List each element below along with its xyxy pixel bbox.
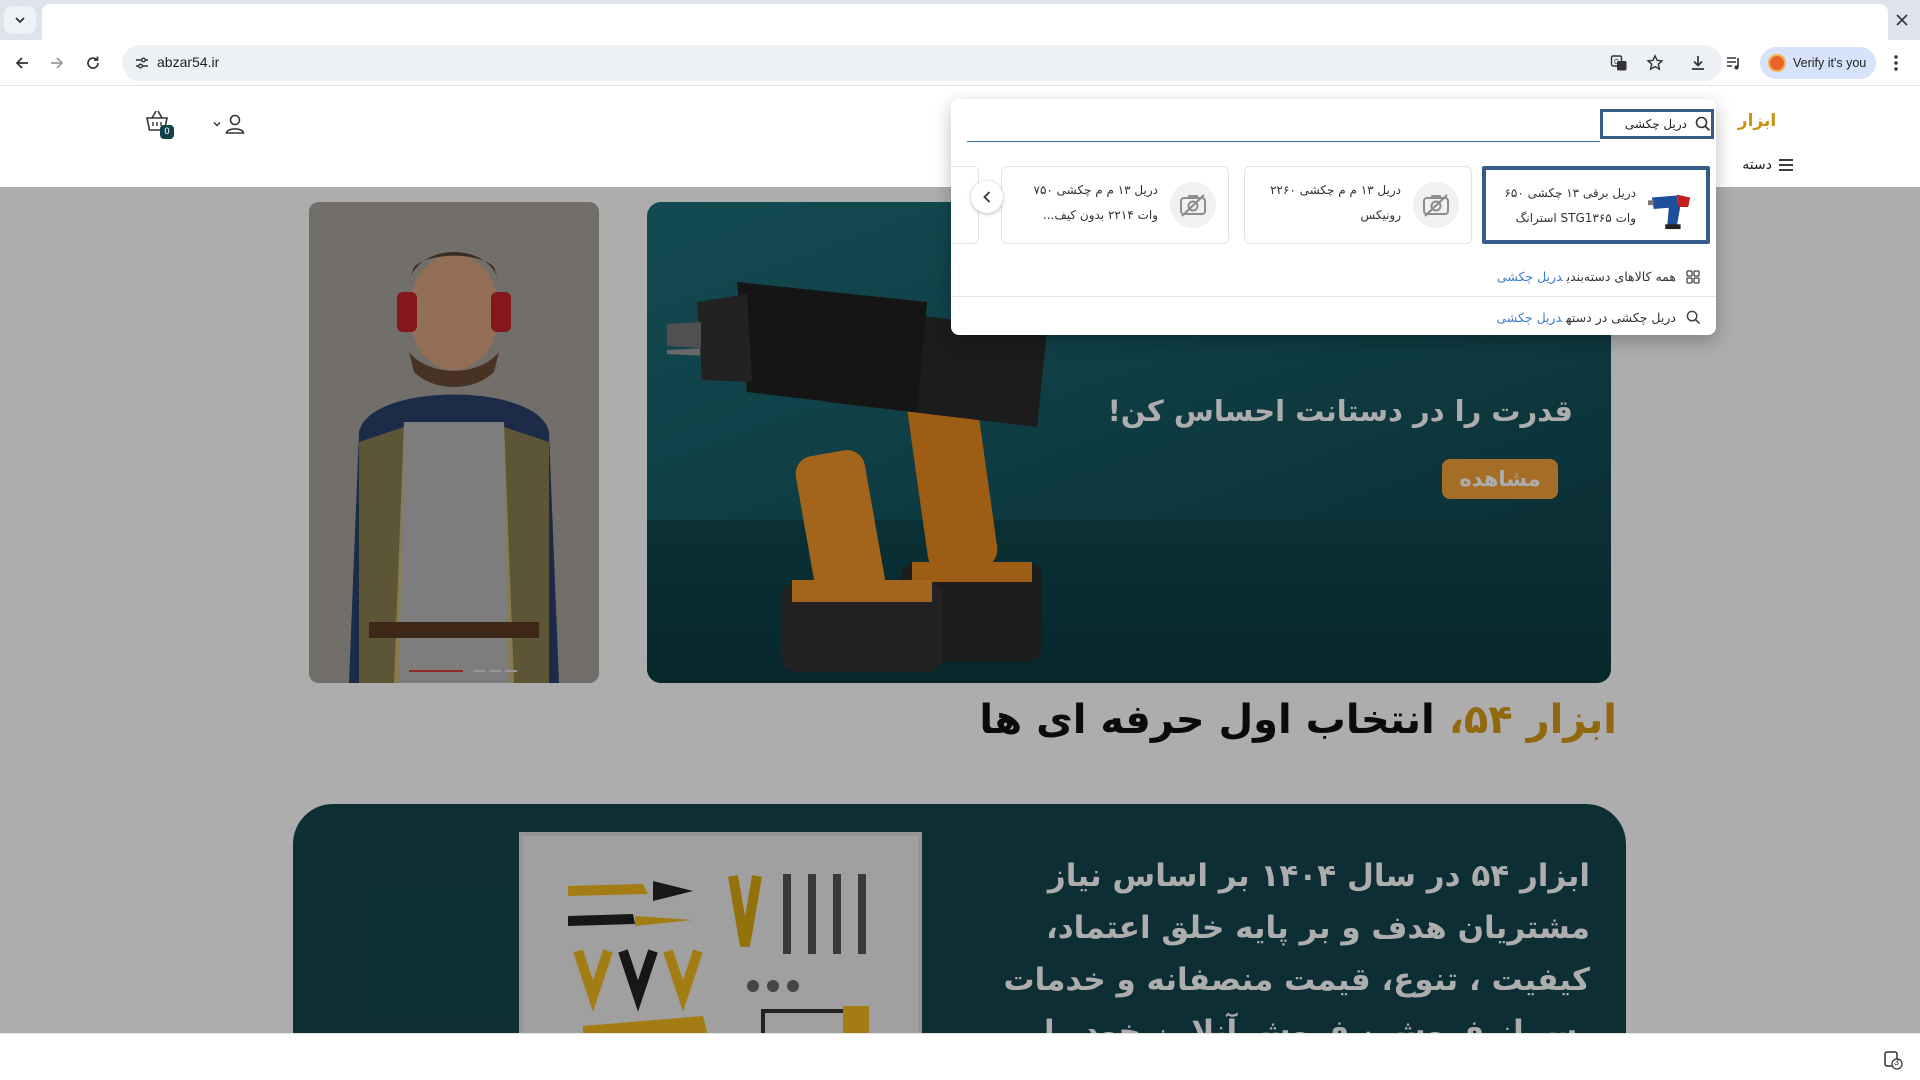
result-title: دریل برقی ۱۳ چکشی ۶۵۰ وات STG1۳۶۵ استران… (1504, 186, 1636, 225)
cart-button[interactable]: 0 (144, 109, 178, 143)
results-next-button[interactable] (971, 181, 1003, 213)
chevron-down-icon (213, 122, 221, 127)
suggestion-text: همه کالاهای دسته‌بندیدریل چکشی (1497, 269, 1676, 284)
suggestion-prefix: دریل چکشی در دسته (1566, 309, 1676, 325)
site-logo[interactable]: ابزار (1734, 107, 1780, 135)
active-tab[interactable] (42, 4, 1888, 40)
search-box[interactable] (1600, 109, 1714, 139)
site-info-button[interactable] (130, 51, 154, 75)
user-icon (225, 114, 245, 134)
bookmark-button[interactable] (1643, 51, 1667, 75)
media-controls-button[interactable] (1720, 49, 1748, 77)
no-image-icon (1423, 194, 1449, 217)
no-image-icon (1180, 194, 1206, 217)
app-badge-count: 3 (1894, 1057, 1900, 1067)
window-close-button[interactable] (1890, 8, 1914, 32)
url-text[interactable]: abzar54.ir (157, 54, 219, 70)
translate-button[interactable]: G (1607, 51, 1631, 75)
result-title: دریل ۱۳ م م چکشی ۷۵۰ وات ۲۲۱۴ بدون کیف..… (1033, 183, 1159, 222)
reload-button[interactable] (79, 49, 107, 77)
browser-menu-button[interactable] (1882, 49, 1910, 77)
search-underline (967, 141, 1600, 142)
grid-icon (1684, 268, 1702, 286)
result-thumbnail (1413, 182, 1459, 228)
profile-verify-chip[interactable]: Verify it's you (1760, 47, 1876, 79)
download-icon (1692, 56, 1704, 70)
suggestion-all-in-category[interactable]: همه کالاهای دسته‌بندیدریل چکشی (951, 257, 1716, 297)
tab-strip (0, 0, 1920, 40)
search-result-card[interactable]: دریل ۱۳ م م چکشی ۲۲۶۰ رونیکس (1244, 166, 1472, 244)
forward-button[interactable] (43, 49, 71, 77)
hamburger-icon (1779, 159, 1793, 171)
star-icon (1646, 54, 1664, 71)
verify-label: Verify it's you (1793, 56, 1867, 70)
back-button[interactable] (8, 49, 36, 77)
result-title: دریل ۱۳ م م چکشی ۲۲۶۰ رونیکس (1270, 183, 1401, 222)
translate-icon: G (1610, 55, 1627, 71)
result-thumbnail (1648, 185, 1694, 231)
cart-count-badge: 0 (160, 125, 174, 139)
category-menu-label: دسته (1742, 157, 1772, 173)
suggestion-term: دریل چکشی (1496, 269, 1563, 284)
web-page: ابزار دسته 0 قدرت را در دستانت احساس کن!… (0, 87, 1920, 1033)
search-input[interactable] (1617, 117, 1687, 131)
account-button[interactable] (212, 109, 252, 139)
tab-search-button[interactable] (4, 6, 36, 34)
tune-icon (136, 57, 148, 69)
kebab-menu-icon (1894, 55, 1898, 71)
suggestion-prefix: همه کالاهای دسته‌بندی (1566, 269, 1676, 284)
reload-icon (87, 56, 99, 69)
search-result-card[interactable]: دریل ۱۳ م م چکشی ۷۵۰ وات ۲۲۱۴ بدون کیف..… (1001, 166, 1229, 244)
bottom-window-strip: 3 (0, 1033, 1920, 1080)
profile-avatar (1768, 54, 1786, 72)
chevron-left-icon (983, 191, 991, 203)
app-badge-icon[interactable]: 3 (1882, 1049, 1904, 1071)
search-result-card[interactable]: دریل برقی ۱۳ چکشی ۶۵۰ وات STG1۳۶۵ استران… (1482, 166, 1710, 244)
downloads-button[interactable] (1684, 49, 1712, 77)
search-icon[interactable] (1695, 116, 1711, 132)
arrow-left-icon (15, 57, 28, 69)
close-icon (1896, 14, 1908, 26)
arrow-right-icon (51, 57, 64, 69)
result-thumbnail (1170, 182, 1216, 228)
chevron-down-icon (15, 17, 25, 24)
queue-music-icon (1727, 57, 1739, 70)
search-popup: دریل برقی ۱۳ چکشی ۶۵۰ وات STG1۳۶۵ استران… (951, 99, 1716, 335)
suggestion-text: دریل چکشی در دستهدریل چکشی (1496, 310, 1676, 325)
address-bar[interactable]: abzar54.ir G (122, 45, 1722, 81)
drill-thumbnail-icon (1648, 194, 1691, 230)
svg-text:G: G (1614, 59, 1619, 66)
browser-toolbar: abzar54.ir G Verify it's you (0, 40, 1920, 86)
suggestion-term: دریل چکشی (1496, 309, 1563, 325)
search-icon (1684, 308, 1702, 326)
category-menu-button[interactable]: دسته (1708, 153, 1794, 177)
suggestion-search-in-category[interactable]: دریل چکشی در دستهدریل چکشی (951, 297, 1716, 335)
